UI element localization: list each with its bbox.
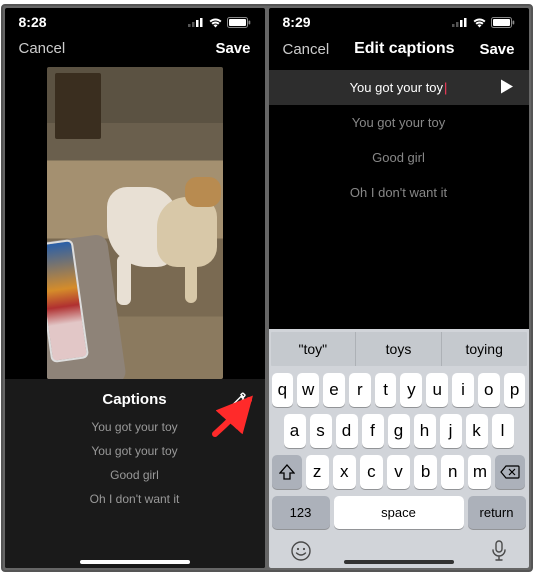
cancel-button[interactable]: Cancel bbox=[19, 40, 66, 57]
emoji-button[interactable] bbox=[290, 540, 312, 562]
dictation-button[interactable] bbox=[490, 540, 508, 562]
suggestion[interactable]: toys bbox=[356, 332, 442, 366]
captions-title: Captions bbox=[19, 391, 251, 408]
caption-text: Good girl bbox=[372, 150, 425, 165]
battery-icon bbox=[491, 17, 515, 28]
key-b[interactable]: b bbox=[414, 455, 437, 489]
key-k[interactable]: k bbox=[466, 414, 488, 448]
nav-bar: Cancel Edit captions Save bbox=[269, 32, 529, 66]
play-button[interactable] bbox=[501, 79, 513, 96]
caption-item[interactable]: Oh I don't want it bbox=[90, 492, 180, 506]
edit-captions-button[interactable] bbox=[231, 391, 249, 414]
home-indicator[interactable] bbox=[344, 560, 454, 564]
key-p[interactable]: p bbox=[504, 373, 526, 407]
save-button[interactable]: Save bbox=[215, 40, 250, 57]
mic-icon bbox=[490, 540, 508, 562]
key-y[interactable]: y bbox=[400, 373, 422, 407]
key-j[interactable]: j bbox=[440, 414, 462, 448]
caption-item[interactable]: Good girl bbox=[110, 468, 159, 482]
clock: 8:29 bbox=[283, 14, 311, 30]
key-l[interactable]: l bbox=[492, 414, 514, 448]
page-title: Edit captions bbox=[354, 40, 454, 58]
suggestion[interactable]: toying bbox=[442, 332, 527, 366]
caption-text: You got your toy bbox=[352, 115, 445, 130]
key-row-2: a s d f g h j k l bbox=[272, 414, 526, 448]
edit-caption-list: You got your toy| You got your toy Good … bbox=[269, 70, 529, 210]
key-a[interactable]: a bbox=[284, 414, 306, 448]
key-e[interactable]: e bbox=[323, 373, 345, 407]
key-u[interactable]: u bbox=[426, 373, 448, 407]
cancel-button[interactable]: Cancel bbox=[283, 41, 330, 58]
keyboard: "toy" toys toying q w e r t y u i o p a … bbox=[269, 329, 529, 568]
return-key[interactable]: return bbox=[468, 496, 526, 529]
caption-text: Oh I don't want it bbox=[350, 185, 447, 200]
key-c[interactable]: c bbox=[360, 455, 383, 489]
video-preview[interactable] bbox=[47, 67, 223, 379]
caption-item[interactable]: You got your toy bbox=[91, 444, 177, 458]
suggestion[interactable]: "toy" bbox=[271, 332, 357, 366]
key-t[interactable]: t bbox=[375, 373, 397, 407]
play-icon bbox=[501, 79, 513, 93]
battery-icon bbox=[227, 17, 251, 28]
home-indicator[interactable] bbox=[80, 560, 190, 564]
emoji-icon bbox=[290, 540, 312, 562]
key-g[interactable]: g bbox=[388, 414, 410, 448]
key-f[interactable]: f bbox=[362, 414, 384, 448]
key-z[interactable]: z bbox=[306, 455, 329, 489]
save-button[interactable]: Save bbox=[479, 41, 514, 58]
key-v[interactable]: v bbox=[387, 455, 410, 489]
key-m[interactable]: m bbox=[468, 455, 491, 489]
key-s[interactable]: s bbox=[310, 414, 332, 448]
key-n[interactable]: n bbox=[441, 455, 464, 489]
wifi-icon bbox=[472, 17, 487, 28]
backspace-key[interactable] bbox=[495, 455, 525, 489]
key-i[interactable]: i bbox=[452, 373, 474, 407]
suggestion-bar: "toy" toys toying bbox=[271, 332, 527, 366]
clock: 8:28 bbox=[19, 14, 47, 30]
key-o[interactable]: o bbox=[478, 373, 500, 407]
key-row-3: z x c v b n m bbox=[272, 455, 526, 489]
status-bar: 8:28 bbox=[5, 8, 265, 32]
caption-row-active[interactable]: You got your toy| bbox=[269, 70, 529, 105]
status-bar: 8:29 bbox=[269, 8, 529, 32]
caption-item[interactable]: You got your toy bbox=[91, 420, 177, 434]
shift-key[interactable] bbox=[272, 455, 302, 489]
key-row-bottom: 123 space return bbox=[272, 496, 526, 529]
caption-row[interactable]: Oh I don't want it bbox=[269, 175, 529, 210]
text-cursor: | bbox=[444, 80, 447, 95]
signal-icon bbox=[452, 17, 468, 27]
pencil-icon bbox=[231, 391, 249, 409]
caption-row[interactable]: You got your toy bbox=[269, 105, 529, 140]
backspace-icon bbox=[500, 465, 520, 479]
signal-icon bbox=[188, 17, 204, 27]
left-phone: 8:28 Cancel Save C bbox=[5, 8, 265, 568]
nav-bar: Cancel Save bbox=[5, 32, 265, 65]
key-r[interactable]: r bbox=[349, 373, 371, 407]
key-row-1: q w e r t y u i o p bbox=[272, 373, 526, 407]
wifi-icon bbox=[208, 17, 223, 28]
key-w[interactable]: w bbox=[297, 373, 319, 407]
numeric-key[interactable]: 123 bbox=[272, 496, 330, 529]
key-q[interactable]: q bbox=[272, 373, 294, 407]
captions-panel: Captions You got your toy You got your t… bbox=[5, 379, 265, 568]
status-icons bbox=[188, 17, 251, 28]
right-phone: 8:29 Cancel Edit captions Save You got y… bbox=[269, 8, 529, 568]
key-d[interactable]: d bbox=[336, 414, 358, 448]
caption-row[interactable]: Good girl bbox=[269, 140, 529, 175]
caption-text: You got your toy bbox=[350, 80, 443, 95]
space-key[interactable]: space bbox=[334, 496, 464, 529]
key-x[interactable]: x bbox=[333, 455, 356, 489]
shift-icon bbox=[279, 464, 295, 480]
caption-list: You got your toy You got your toy Good g… bbox=[19, 420, 251, 506]
key-h[interactable]: h bbox=[414, 414, 436, 448]
status-icons bbox=[452, 17, 515, 28]
